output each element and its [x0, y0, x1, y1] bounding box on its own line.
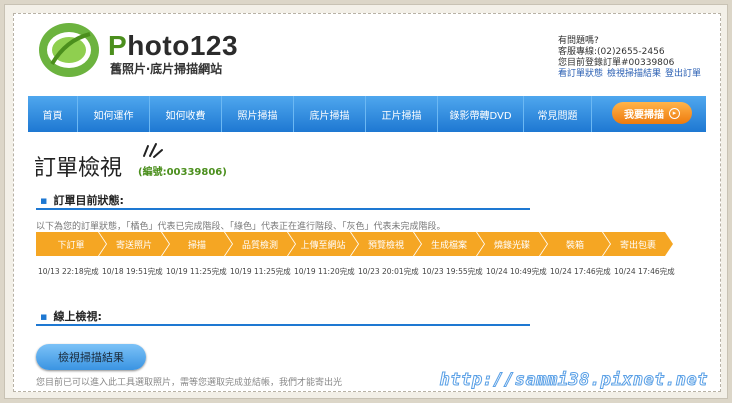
blog-watermark: http://sammi38.pixnet.net	[439, 370, 708, 391]
order-status-heading: ▪ 訂單目前狀態:	[40, 194, 124, 207]
bullet-icon: ▪	[40, 194, 48, 207]
nav-item-how-it-works[interactable]: 如何運作	[78, 96, 150, 132]
step-date: 10/13 22:18完成	[38, 267, 99, 276]
brand-tagline: 舊照片‧底片掃描網站	[110, 62, 223, 76]
sparkle-icon	[143, 143, 163, 158]
step-date: 10/24 17:46完成	[614, 267, 675, 276]
arrow-circle-icon: ▸	[669, 107, 680, 119]
progress-step: 上傳至網站	[288, 232, 358, 256]
nav-item-faq[interactable]: 常見問題	[524, 96, 592, 132]
progress-step: 寄送照片	[99, 232, 169, 256]
main-nav: 首頁 如何運作 如何收費 照片掃描 底片掃描 正片掃描 錄影帶轉DVD 常見問題…	[28, 96, 706, 132]
order-links: 看訂單狀態 檢視掃描結果 登出訂單	[558, 69, 708, 80]
contact-box: 有問題嗎? 客服專線:(02)2655-2456 您目前登錄訂單#0033980…	[558, 36, 708, 80]
step-date: 10/23 20:01完成	[358, 267, 419, 276]
progress-step: 生成檔案	[414, 232, 484, 256]
section-divider	[36, 208, 530, 210]
nav-item-video-to-dvd[interactable]: 錄影帶轉DVD	[438, 96, 524, 132]
order-progress-steps: 下訂單 寄送照片 掃描 品質檢測 上傳至網站 預覽檢視 生成檔案 燒錄光碟 裝箱…	[36, 232, 696, 256]
start-scan-label: 我要掃描	[624, 109, 664, 121]
current-order-text: 您目前登錄訂單#00339806	[558, 58, 675, 68]
site-header: Photo123 舊照片‧底片掃描網站 有問題嗎? 客服專線:(02)2655-…	[14, 14, 720, 96]
start-scan-button[interactable]: 我要掃描 ▸	[612, 102, 692, 124]
step-date: 10/24 17:46完成	[550, 267, 611, 276]
step-date: 10/19 11:20完成	[294, 267, 355, 276]
progress-step: 品質檢測	[225, 232, 295, 256]
step-date: 10/23 19:55完成	[422, 267, 483, 276]
brand-name[interactable]: Photo123	[108, 30, 238, 62]
online-view-heading: ▪ 線上檢視:	[40, 310, 102, 323]
page-title: 訂單檢視	[34, 156, 123, 181]
page-content: Photo123 舊照片‧底片掃描網站 有問題嗎? 客服專線:(02)2655-…	[13, 13, 721, 392]
progress-step: 裝箱	[540, 232, 610, 256]
step-date: 10/19 11:25完成	[166, 267, 227, 276]
progress-step: 寄出包裹	[603, 232, 673, 256]
view-results-link[interactable]: 檢視掃描結果	[607, 69, 661, 79]
step-date: 10/24 10:49完成	[486, 267, 547, 276]
nav-item-home[interactable]: 首頁	[28, 96, 78, 132]
nav-item-pricing[interactable]: 如何收費	[150, 96, 222, 132]
step-date: 10/19 11:25完成	[230, 267, 291, 276]
progress-step: 掃描	[162, 232, 232, 256]
progress-step: 下訂單	[36, 232, 106, 256]
online-view-note: 您目前已可以進入此工具選取照片，需等您選取完成並結帳，我們才能寄出光	[36, 378, 343, 388]
contact-hotline: 客服專線:(02)2655-2456	[558, 47, 665, 57]
step-date: 10/18 19:51完成	[102, 267, 163, 276]
brand-logo-icon[interactable]	[38, 20, 100, 80]
progress-step: 預覽檢視	[351, 232, 421, 256]
nav-item-slide-scan[interactable]: 正片掃描	[366, 96, 438, 132]
page-frame: Photo123 舊照片‧底片掃描網站 有問題嗎? 客服專線:(02)2655-…	[4, 4, 728, 399]
contact-question: 有問題嗎?	[558, 36, 599, 46]
logout-link[interactable]: 登出訂單	[665, 69, 701, 79]
view-scan-results-button[interactable]: 檢視掃描結果	[36, 344, 146, 370]
nav-item-negative-scan[interactable]: 底片掃描	[294, 96, 366, 132]
section-divider	[36, 324, 530, 326]
order-number: (編號:00339806)	[138, 167, 227, 178]
nav-item-photo-scan[interactable]: 照片掃描	[222, 96, 294, 132]
order-status-link[interactable]: 看訂單狀態	[558, 69, 603, 79]
status-description: 以下為您的訂單狀態，「橘色」代表已完成階段、「綠色」代表正在進行階段、「灰色」代…	[36, 222, 446, 232]
progress-step: 燒錄光碟	[477, 232, 547, 256]
bullet-icon: ▪	[40, 310, 48, 323]
